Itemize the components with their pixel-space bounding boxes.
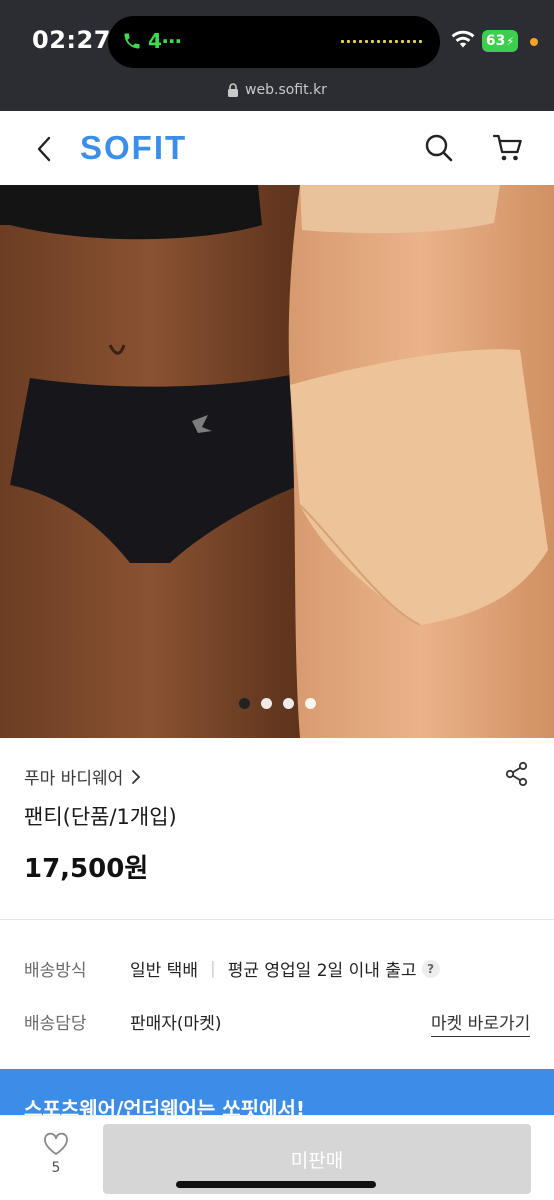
chevron-right-icon: [132, 769, 141, 784]
help-icon[interactable]: ?: [421, 959, 440, 978]
product-name: 팬티(단품/1개입): [24, 805, 177, 829]
carousel-dots[interactable]: [0, 698, 554, 709]
privacy-indicator: [530, 38, 538, 46]
share-button[interactable]: [504, 761, 530, 787]
home-indicator: [176, 1181, 376, 1188]
like-button[interactable]: 5: [34, 1132, 78, 1188]
carousel-dot[interactable]: [238, 698, 250, 709]
cart-icon: [492, 134, 522, 161]
product-image-carousel[interactable]: [0, 185, 554, 738]
shipping-eta: 평균 영업일 2일 이내 출고: [227, 961, 417, 981]
url-text: web.sofit.kr: [245, 82, 327, 98]
shipping-method-row: 배송방식 일반 택배 | 평균 영업일 2일 이내 출고 ?: [24, 956, 440, 981]
shipping-handler-label: 배송담당: [24, 1014, 87, 1034]
url-bar[interactable]: web.sofit.kr: [0, 80, 554, 111]
brand-name: 푸마 바디웨어: [24, 769, 124, 789]
shipping-handler-row: 배송담당 판매자(마켓): [24, 1009, 221, 1034]
product-photo: [0, 185, 554, 738]
wifi-icon: [451, 30, 475, 52]
call-indicator[interactable]: 4⋯: [122, 29, 182, 53]
carousel-dot[interactable]: [304, 698, 316, 709]
search-button[interactable]: [422, 131, 456, 165]
dynamic-island[interactable]: 4⋯: [108, 16, 440, 68]
share-icon: [505, 761, 528, 787]
sofit-logo[interactable]: SOFIT: [80, 129, 187, 167]
heart-icon: [44, 1132, 68, 1155]
carousel-dot[interactable]: [260, 698, 272, 709]
battery-icon: 63 ⚡: [482, 30, 518, 52]
section-divider: [0, 919, 554, 920]
shipping-method-label: 배송방식: [24, 961, 87, 981]
call-indicator-text: 4⋯: [148, 29, 182, 53]
back-button[interactable]: [26, 131, 62, 167]
shipping-method-value: 일반 택배: [130, 961, 198, 981]
shipping-handler-value: 판매자(마켓): [130, 1014, 222, 1034]
phone-icon: [122, 31, 142, 51]
lock-icon: [227, 83, 239, 102]
cart-button[interactable]: [490, 131, 526, 165]
status-time: 02:27: [32, 26, 111, 54]
product-price: 17,500원: [24, 854, 149, 884]
back-icon: [37, 136, 51, 162]
app-header: SOFIT: [0, 111, 554, 185]
status-bar: 02:27 4⋯ 63 ⚡: [0, 0, 554, 80]
market-link[interactable]: 마켓 바로가기: [431, 1009, 531, 1037]
battery-level: 63: [485, 33, 506, 49]
carousel-dot[interactable]: [282, 698, 294, 709]
like-count: 5: [51, 1160, 61, 1176]
brand-link[interactable]: 푸마 바디웨어: [24, 764, 141, 789]
audio-wave-icon: [341, 40, 422, 43]
shipping-separator: |: [209, 958, 216, 979]
search-icon: [425, 134, 453, 162]
